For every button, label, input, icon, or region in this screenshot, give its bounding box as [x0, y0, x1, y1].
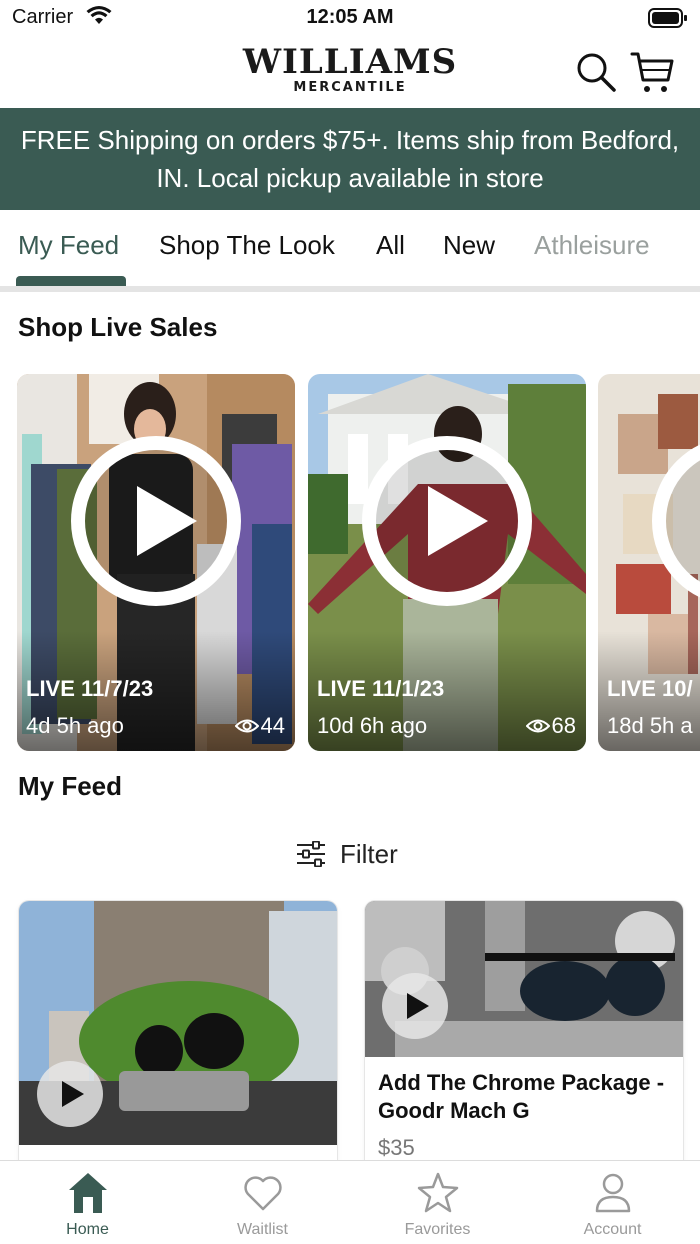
heart-icon: [244, 1176, 282, 1211]
product-image: [19, 901, 337, 1145]
play-icon[interactable]: [362, 436, 532, 606]
tab-shop-the-look[interactable]: Shop The Look: [159, 230, 335, 261]
product-title: Add The Chrome Package - Goodr Mach G: [378, 1070, 665, 1123]
live-date: LIVE 11/7/23: [26, 676, 154, 701]
banner-text: FREE Shipping on orders $75+. Items ship…: [20, 125, 680, 193]
eye-icon: [234, 719, 259, 733]
product-card[interactable]: [19, 901, 337, 1171]
live-sale-card[interactable]: LIVE 10/ 18d 5h a: [598, 374, 700, 751]
live-sale-card[interactable]: LIVE 11/7/23 4d 5h ago 44: [17, 374, 295, 751]
live-sales-carousel[interactable]: LIVE 11/7/23 4d 5h ago 44 LIVE 11/1/23 1…: [0, 374, 700, 752]
nav-favorites[interactable]: Favorites: [350, 1161, 525, 1244]
tab-my-feed[interactable]: My Feed: [18, 230, 119, 261]
search-icon: [577, 53, 616, 92]
product-image: [365, 901, 683, 1057]
play-video-icon[interactable]: [37, 1061, 103, 1127]
my-feed-heading: My Feed: [18, 771, 123, 801]
live-time-ago: 10d 6h ago: [317, 713, 428, 738]
live-views: 68: [525, 713, 576, 739]
view-count: 44: [260, 713, 285, 738]
bottom-tab-bar: Home Waitlist Favorites Account: [0, 1160, 700, 1244]
shipping-banner: FREE Shipping on orders $75+. Items ship…: [0, 108, 700, 210]
live-date: LIVE 11/1/23: [317, 676, 445, 701]
nav-home[interactable]: Home: [0, 1161, 175, 1244]
tab-new[interactable]: New: [443, 230, 495, 261]
tabs-divider: [0, 286, 700, 292]
nav-waitlist-label: Waitlist: [237, 1221, 288, 1238]
logo-subtext: MERCANTILE: [293, 80, 407, 95]
nav-waitlist[interactable]: Waitlist: [175, 1161, 350, 1244]
filter-label: Filter: [340, 838, 398, 869]
live-sales-heading: Shop Live Sales: [18, 312, 218, 342]
active-tab-indicator: [16, 276, 126, 286]
app-header: WILLIAMS MERCANTILE: [0, 36, 700, 108]
live-time-ago: 4d 5h ago: [26, 713, 124, 738]
nav-favorites-label: Favorites: [404, 1221, 471, 1238]
filter-sliders-icon: [297, 841, 325, 867]
home-icon: [69, 1173, 107, 1213]
logo-wordmark: WILLIAMS: [242, 42, 458, 82]
star-icon: [417, 1172, 459, 1213]
eye-icon: [525, 719, 550, 733]
store-logo[interactable]: WILLIAMS MERCANTILE: [240, 42, 460, 98]
tab-all[interactable]: All: [376, 230, 405, 261]
battery-icon: [648, 8, 687, 28]
product-price: $35: [378, 1135, 415, 1160]
play-icon[interactable]: [71, 436, 241, 606]
live-date: LIVE 10/: [607, 676, 693, 701]
tab-athleisure[interactable]: Athleisure: [534, 230, 650, 261]
product-card[interactable]: Add The Chrome Package - Goodr Mach G $3…: [365, 901, 683, 1171]
cart-button[interactable]: [628, 48, 676, 96]
play-video-icon[interactable]: [382, 973, 448, 1039]
filter-button[interactable]: Filter: [296, 836, 398, 872]
search-button[interactable]: [574, 50, 618, 94]
status-time: 12:05 AM: [306, 6, 394, 28]
person-icon: [595, 1173, 631, 1213]
nav-account[interactable]: Account: [525, 1161, 700, 1244]
nav-home-label: Home: [66, 1221, 109, 1238]
nav-account-label: Account: [583, 1221, 642, 1238]
status-bar: Carrier 12:05 AM: [0, 0, 700, 36]
cart-icon: [630, 52, 674, 92]
view-count: 68: [551, 713, 576, 738]
live-views: 44: [234, 713, 285, 739]
category-tabs: My Feed Shop The Look All New Athleisure: [0, 210, 700, 286]
live-sale-card[interactable]: LIVE 11/1/23 10d 6h ago 68: [308, 374, 586, 751]
live-time-ago: 18d 5h a: [607, 713, 693, 738]
